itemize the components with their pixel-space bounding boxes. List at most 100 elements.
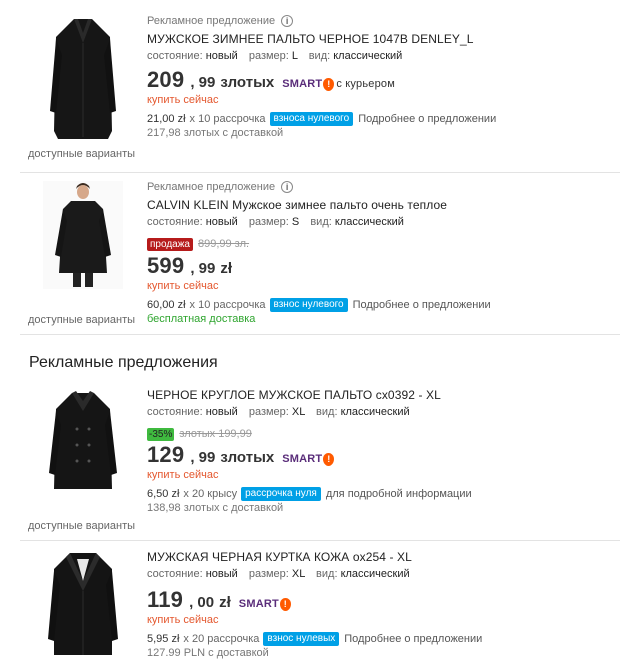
variants-link[interactable]: доступные варианты <box>28 520 135 532</box>
product-params: состояние: новый размер: XL вид: классич… <box>147 406 607 419</box>
promo-row: -35% злотых 199,99 <box>147 427 607 441</box>
product-params: состояние: новый размер: S вид: классиче… <box>147 216 607 229</box>
installment-row: 5,95 zł x 20 рассрочка взнос нулевых Под… <box>147 632 607 646</box>
delivery-price: 138,98 злотых с доставкой <box>147 502 284 514</box>
delivery-price: 217,98 злотых с доставкой <box>147 127 284 139</box>
installment-row: 6,50 zł x 20 крысу рассрочка нуля для по… <box>147 487 607 501</box>
courier-text: с курьером <box>336 78 395 90</box>
price-fraction: , 00 <box>189 594 215 611</box>
listing-card[interactable]: МУЖСКАЯ ЧЕРНАЯ КУРТКА КОЖА ox254 - XL со… <box>20 550 620 672</box>
smart-icon: ! <box>323 452 335 466</box>
size-label: размер: <box>248 406 289 418</box>
price: 209 , 99 злотых SMART ! с курьером <box>147 67 607 93</box>
smart-badge: SMART ! <box>238 597 291 611</box>
price-fraction: , 99 <box>190 260 216 277</box>
price-currency: злотых <box>220 449 275 466</box>
installment-badge: взнос нулевых <box>263 632 340 646</box>
smart-text: SMART <box>282 453 323 465</box>
installment-badge: рассрочка нуля <box>241 487 321 501</box>
smart-icon: ! <box>323 77 335 91</box>
listing-card[interactable]: доступные варианты Рекламное предложение… <box>20 14 620 164</box>
promo-row: продажа 899,99 зл. <box>147 237 607 251</box>
size-value: L <box>291 50 298 62</box>
buy-now-label: купить сейчас <box>147 280 219 292</box>
listing-card[interactable]: доступные варианты Рекламное предложение… <box>20 180 620 330</box>
product-title[interactable]: МУЖСКАЯ ЧЕРНАЯ КУРТКА КОЖА ox254 - XL <box>147 550 607 565</box>
installment-amount: 60,00 zł <box>147 299 186 311</box>
smart-text: SMART <box>282 78 323 90</box>
size-value: XL <box>291 568 305 580</box>
installment-row: 60,00 zł x 10 рассрочка взнос нулевого П… <box>147 298 607 312</box>
delivery-free: бесплатная доставка <box>147 313 256 325</box>
section-heading: Рекламные предложения <box>29 354 218 371</box>
price: 599 , 99 zł <box>147 253 607 279</box>
info-icon[interactable]: i <box>281 181 294 193</box>
more-info-link[interactable]: Подробнее о предложении <box>344 633 482 645</box>
installment-badge: взноса нулевого <box>269 112 354 126</box>
smart-badge: SMART ! <box>282 452 335 466</box>
size-value: XL <box>291 406 305 418</box>
divider <box>20 540 620 541</box>
price-currency: zł <box>220 260 233 277</box>
buy-now-label: купить сейчас <box>147 94 219 106</box>
installment-amount: 6,50 zł <box>147 488 180 500</box>
size-label: размер: <box>248 568 289 580</box>
type-value: классический <box>340 568 410 580</box>
condition-value: новый <box>205 568 238 580</box>
product-image[interactable] <box>38 388 128 498</box>
product-title[interactable]: МУЖСКОЕ ЗИМНЕЕ ПАЛЬТО ЧЕРНОЕ 1047B DENLE… <box>147 32 607 47</box>
type-value: классический <box>334 216 404 228</box>
product-image[interactable] <box>38 180 128 290</box>
price: 119 , 00 zł SMART ! <box>147 587 607 613</box>
listing-card[interactable]: доступные варианты ЧЕРНОЕ КРУГЛОЕ МУЖСКО… <box>20 388 620 536</box>
more-info-link[interactable]: Подробнее о предложении <box>353 299 491 311</box>
type-label: вид: <box>310 216 332 228</box>
variants-link[interactable]: доступные варианты <box>28 314 135 326</box>
size-label: размер: <box>248 50 289 62</box>
installment-text: x 10 рассрочка <box>189 299 266 311</box>
installment-text: x 20 крысу <box>183 488 238 500</box>
condition-value: новый <box>205 216 238 228</box>
type-label: вид: <box>308 50 331 62</box>
product-image[interactable] <box>38 14 128 144</box>
price-main: 129 <box>147 442 185 467</box>
variants-link[interactable]: доступные варианты <box>28 148 135 160</box>
sponsored-label: Рекламное предложение i <box>147 14 607 28</box>
more-info-link[interactable]: для подробной информации <box>326 488 472 500</box>
info-icon[interactable]: i <box>281 15 294 27</box>
size-label: размер: <box>248 216 289 228</box>
condition-label: состояние: <box>147 216 203 228</box>
type-label: вид: <box>316 406 338 418</box>
price-currency: злотых <box>220 74 275 91</box>
installment-text: x 20 рассрочка <box>183 633 260 645</box>
type-value: классический <box>340 406 410 418</box>
installment-amount: 21,00 zł <box>147 113 186 125</box>
price-fraction: , 99 <box>190 449 216 466</box>
size-value: S <box>291 216 300 228</box>
product-title[interactable]: ЧЕРНОЕ КРУГЛОЕ МУЖСКОЕ ПАЛЬТО cx0392 - X… <box>147 388 607 403</box>
smart-text: SMART <box>238 598 279 610</box>
sale-badge: продажа <box>147 237 193 251</box>
sponsored-label-text: Рекламное предложение <box>147 15 276 27</box>
more-info-link[interactable]: Подробнее о предложении <box>358 113 496 125</box>
installment-text: x 10 рассрочка <box>189 113 266 125</box>
installment-amount: 5,95 zł <box>147 633 180 645</box>
price-main: 119 <box>147 587 184 612</box>
product-title[interactable]: CALVIN KLEIN Мужское зимнее пальто очень… <box>147 198 607 213</box>
type-value: классический <box>333 50 403 62</box>
discount-badge: -35% <box>147 427 175 441</box>
price-currency: zł <box>219 594 231 611</box>
price-main: 209 <box>147 67 185 92</box>
divider <box>20 334 620 335</box>
type-label: вид: <box>316 568 338 580</box>
condition-label: состояние: <box>147 50 203 62</box>
price: 129 , 99 злотых SMART ! <box>147 442 607 468</box>
smart-icon: ! <box>279 597 291 611</box>
old-price: злотых 199,99 <box>179 428 252 440</box>
product-image[interactable] <box>38 550 128 660</box>
condition-label: состояние: <box>147 568 203 580</box>
smart-badge: SMART ! с курьером <box>282 77 395 91</box>
divider <box>20 172 620 173</box>
buy-now-label: купить сейчас <box>147 469 219 481</box>
old-price: 899,99 зл. <box>197 238 250 250</box>
